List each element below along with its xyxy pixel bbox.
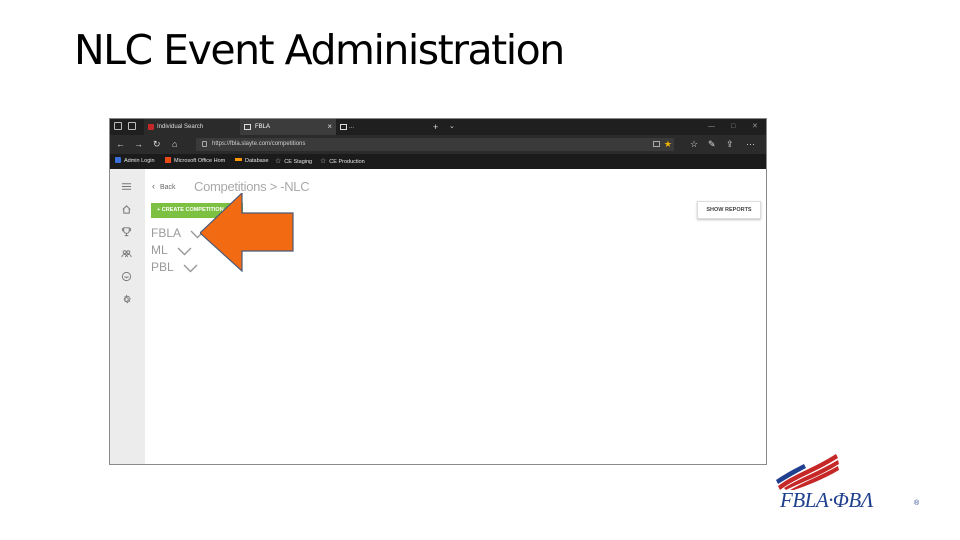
- tab-fbla[interactable]: FBLA ×: [240, 119, 336, 135]
- group-pbl[interactable]: PBL: [151, 260, 198, 274]
- tab-favicon: [244, 124, 251, 130]
- tab-favicon: [340, 124, 347, 130]
- tab-label: Individual Search: [157, 124, 204, 130]
- office-icon: [165, 157, 171, 163]
- favorite-office[interactable]: Microsoft Office Hom: [165, 154, 225, 169]
- browser-screenshot: Individual Search FBLA × ... + ⌄ — □ ✕ ←…: [109, 118, 767, 465]
- favorite-admin-login[interactable]: Admin Login: [115, 154, 155, 169]
- browser-tab-strip: Individual Search FBLA × ... + ⌄ — □ ✕: [110, 119, 766, 135]
- slide-title: NLC Event Administration: [74, 26, 565, 74]
- chevron-down-icon: [177, 247, 192, 256]
- favorite-label: Admin Login: [124, 158, 155, 164]
- tab-third[interactable]: ...: [336, 119, 426, 135]
- home-icon[interactable]: ⌂: [172, 135, 177, 154]
- minimize-icon[interactable]: —: [708, 119, 715, 135]
- orange-arrow-pointer: [200, 193, 294, 273]
- favorites-icon[interactable]: ☆: [690, 135, 698, 154]
- refresh-icon[interactable]: ↻: [153, 135, 161, 154]
- trophy-icon[interactable]: [121, 226, 132, 237]
- registered-mark: ®: [914, 500, 920, 507]
- tab-manager-icon[interactable]: [114, 122, 122, 130]
- favorite-ce-staging[interactable]: ☆ CE Staging: [275, 154, 312, 170]
- group-ml[interactable]: ML: [151, 243, 192, 257]
- star-icon: ☆: [320, 158, 327, 165]
- favorite-star-icon[interactable]: ★: [664, 138, 672, 151]
- favorite-label: CE Production: [329, 159, 365, 165]
- forward-arrow-icon[interactable]: →: [134, 135, 143, 154]
- address-url[interactable]: https://fbla.slayte.com/competitions: [212, 138, 305, 151]
- group-icon[interactable]: [121, 248, 132, 259]
- back-arrow-icon[interactable]: ←: [116, 135, 125, 154]
- tab-individual-search[interactable]: Individual Search: [144, 119, 240, 135]
- lock-icon: [202, 141, 207, 147]
- breadcrumb: Competitions > -NLC: [194, 179, 310, 194]
- favorites-bar: Admin Login Microsoft Office Hom Databas…: [110, 154, 766, 169]
- fbla-pbl-logo: FBLA·ΦΒΛ ®: [774, 450, 924, 518]
- navigation-bar: ← → ↻ ⌂ https://fbla.slayte.com/competit…: [110, 135, 766, 154]
- back-link[interactable]: ‹ Back: [152, 181, 176, 191]
- star-icon: ☆: [275, 158, 282, 165]
- tab-label: FBLA: [255, 124, 271, 130]
- more-icon[interactable]: ···: [746, 135, 755, 154]
- back-label: Back: [160, 184, 176, 191]
- show-reports-button[interactable]: SHOW REPORTS: [697, 201, 761, 219]
- logo-text: FBLA·ΦΒΛ: [780, 488, 873, 512]
- app-sidebar: [110, 169, 145, 464]
- close-tab-icon[interactable]: ×: [327, 119, 332, 135]
- home-icon[interactable]: [121, 204, 132, 215]
- group-fbla[interactable]: FBLA: [151, 226, 205, 240]
- favorite-label: Microsoft Office Hom: [174, 158, 226, 164]
- group-label: FBLA: [151, 226, 181, 240]
- share-icon[interactable]: ⇪: [726, 135, 734, 154]
- tab-label: ...: [349, 124, 355, 130]
- set-aside-icon[interactable]: [128, 122, 136, 130]
- group-label: PBL: [151, 260, 174, 274]
- admin-icon: [115, 157, 121, 163]
- new-tab-button[interactable]: +: [433, 119, 438, 135]
- tab-favicon: [148, 124, 154, 130]
- address-bar[interactable]: https://fbla.slayte.com/competitions ★: [196, 138, 674, 151]
- favorite-database[interactable]: Database: [235, 154, 269, 169]
- close-window-icon[interactable]: ✕: [752, 119, 758, 135]
- pen-icon[interactable]: ✎: [708, 135, 716, 154]
- inbox-icon[interactable]: [121, 271, 132, 282]
- reading-view-icon[interactable]: [653, 141, 660, 147]
- chevron-down-icon: [183, 264, 198, 273]
- group-label: ML: [151, 243, 168, 257]
- tab-preview-chevron-icon[interactable]: ⌄: [449, 119, 455, 135]
- favorite-ce-production[interactable]: ☆ CE Production: [320, 154, 365, 170]
- menu-icon[interactable]: [121, 181, 132, 192]
- settings-icon[interactable]: [121, 294, 132, 305]
- maximize-icon[interactable]: □: [731, 119, 735, 135]
- chevron-left-icon: ‹: [152, 181, 155, 191]
- favorite-label: Database: [245, 158, 269, 164]
- database-icon: [235, 158, 242, 161]
- flag-stripes-icon: [776, 454, 839, 490]
- favorite-label: CE Staging: [284, 159, 313, 165]
